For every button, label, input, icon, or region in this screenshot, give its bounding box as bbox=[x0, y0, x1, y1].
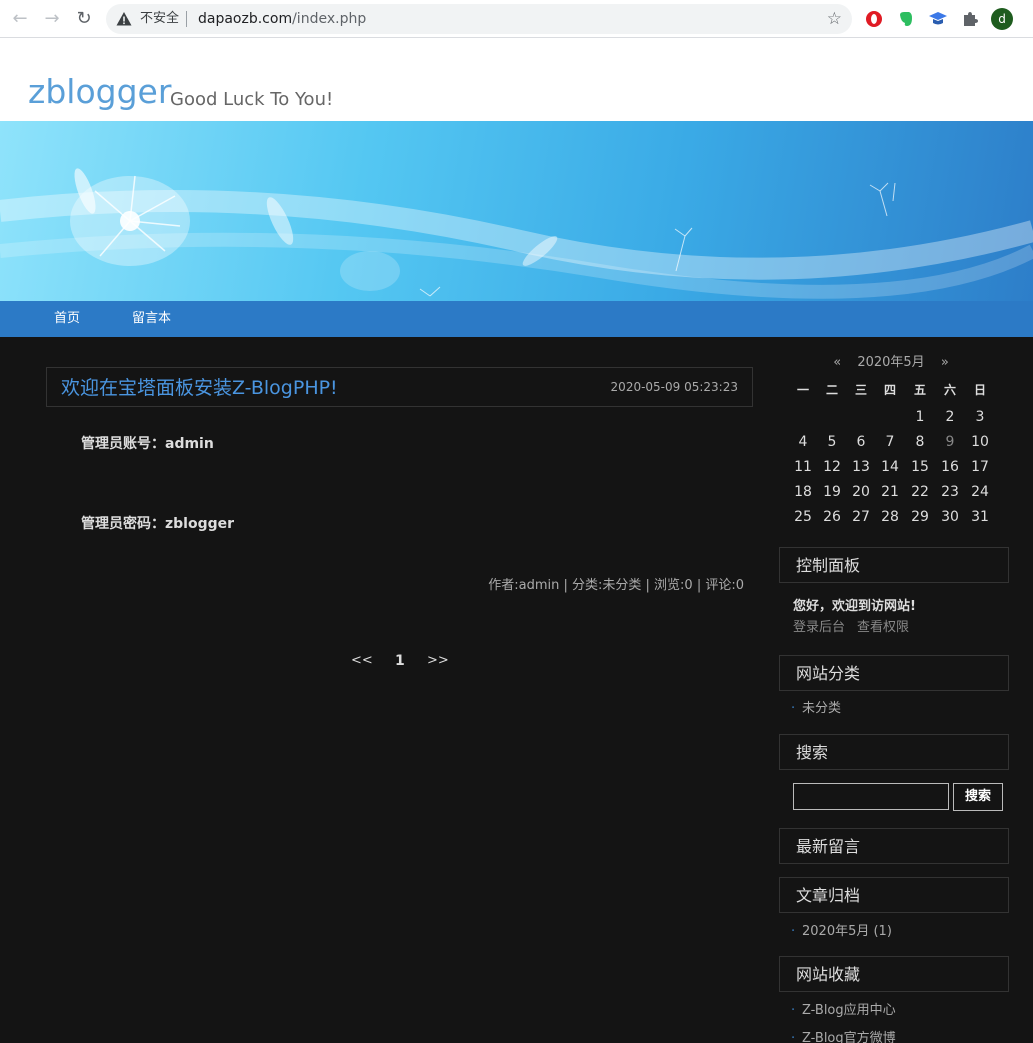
puzzle-extensions-icon[interactable] bbox=[960, 9, 980, 29]
calendar-day: 27 bbox=[852, 509, 870, 525]
favorite-link[interactable]: Z-Blog应用中心 bbox=[791, 1003, 896, 1019]
calendar-day: 14 bbox=[881, 459, 899, 475]
calendar-day: 7 bbox=[885, 434, 895, 450]
calendar-weekday: 二 bbox=[825, 383, 838, 397]
calendar-day: 6 bbox=[856, 434, 866, 450]
insecure-label: 不安全 bbox=[140, 11, 180, 26]
calendar-day: 25 bbox=[794, 509, 812, 525]
url-path: /index.php bbox=[292, 11, 367, 27]
calendar-weekday: 六 bbox=[943, 383, 956, 397]
post-title[interactable]: 欢迎在宝塔面板安装Z-BlogPHP! bbox=[61, 376, 338, 400]
post-body-account: 管理员账号：admin bbox=[81, 436, 214, 452]
bookmark-star-icon[interactable]: ☆ bbox=[827, 9, 842, 29]
calendar-weekday: 三 bbox=[854, 383, 867, 397]
calendar-day: 20 bbox=[852, 484, 870, 500]
reload-icon[interactable]: ↻ bbox=[73, 8, 95, 30]
calendar-day: 26 bbox=[823, 509, 841, 525]
calendar-day: 24 bbox=[971, 484, 989, 500]
post-body-password: 管理员密码：zblogger bbox=[81, 516, 235, 532]
favorites-title-box: 网站收藏 bbox=[779, 956, 1009, 992]
calendar-day: 30 bbox=[941, 509, 959, 525]
calendar-day: 15 bbox=[911, 459, 929, 475]
search-title: 搜索 bbox=[796, 743, 829, 762]
search-input[interactable] bbox=[793, 783, 949, 810]
calendar-day: 9 bbox=[945, 434, 955, 450]
welcome-text: 您好，欢迎到访网站! bbox=[793, 599, 916, 614]
archive-title-box: 文章归档 bbox=[779, 877, 1009, 913]
calendar-weekday: 五 bbox=[913, 383, 926, 397]
calendar-day: 8 bbox=[915, 434, 925, 450]
calendar-month: 2020年5月 bbox=[857, 355, 925, 370]
forward-icon[interactable]: → bbox=[41, 8, 63, 30]
calendar-day: 18 bbox=[794, 484, 812, 500]
calendar-day: 22 bbox=[911, 484, 929, 500]
url-domain: dapaozb.com bbox=[198, 11, 293, 27]
calendar-weekday: 日 bbox=[973, 383, 986, 397]
pager-prev[interactable]: << bbox=[351, 653, 373, 669]
dandelion-banner-graphic bbox=[0, 168, 1033, 299]
latest-comments-title-box: 最新留言 bbox=[779, 828, 1009, 864]
calendar-day: 17 bbox=[971, 459, 989, 475]
post-date: 2020-05-09 05:23:23 bbox=[610, 380, 738, 394]
calendar-day: 21 bbox=[881, 484, 899, 500]
calendar-day: 5 bbox=[827, 434, 837, 450]
calendar-day: 19 bbox=[823, 484, 841, 500]
search-button[interactable]: 搜索 bbox=[953, 783, 1003, 811]
nav-guestbook[interactable]: 留言本 bbox=[132, 311, 171, 327]
separator bbox=[186, 11, 187, 27]
pager-next[interactable]: >> bbox=[427, 653, 449, 669]
calendar-weekday: 四 bbox=[883, 383, 896, 397]
address-bar[interactable]: 不安全 dapaozb.com/index.php ☆ bbox=[106, 4, 852, 34]
calendar-day: 3 bbox=[975, 409, 985, 425]
calendar-day: 29 bbox=[911, 509, 929, 525]
archive-item[interactable]: 2020年5月 (1) bbox=[791, 924, 892, 940]
graduation-cap-extension-icon[interactable] bbox=[928, 9, 948, 29]
permissions-link[interactable]: 查看权限 bbox=[857, 620, 909, 636]
archive-title: 文章归档 bbox=[796, 886, 861, 905]
category-title: 网站分类 bbox=[796, 664, 861, 683]
calendar-day: 2 bbox=[945, 409, 955, 425]
back-icon[interactable]: ← bbox=[9, 8, 31, 30]
site-header: zblogger Good Luck To You! bbox=[0, 38, 1033, 121]
calendar-day: 16 bbox=[941, 459, 959, 475]
calendar-day: 4 bbox=[798, 434, 808, 450]
header-banner bbox=[0, 121, 1033, 301]
calendar-prev-link[interactable]: « bbox=[833, 355, 841, 370]
search-title-box: 搜索 bbox=[779, 734, 1009, 770]
category-title-box: 网站分类 bbox=[779, 655, 1009, 691]
browser-toolbar: ← → ↻ 不安全 dapaozb.com/index.php ☆ d bbox=[0, 0, 1033, 38]
calendar-day: 31 bbox=[971, 509, 989, 525]
calendar-header: « 2020年5月 » bbox=[780, 354, 1002, 372]
post-meta: 作者:admin | 分类:未分类 | 浏览:0 | 评论:0 bbox=[488, 578, 744, 593]
site-subtitle: Good Luck To You! bbox=[170, 89, 334, 110]
calendar-day: 23 bbox=[941, 484, 959, 500]
evernote-extension-icon[interactable] bbox=[896, 9, 916, 29]
site-title[interactable]: zblogger bbox=[28, 72, 171, 112]
latest-comments-title: 最新留言 bbox=[796, 837, 861, 856]
pager-current: 1 bbox=[395, 653, 405, 669]
profile-avatar[interactable]: d bbox=[991, 8, 1013, 30]
calendar-day: 12 bbox=[823, 459, 841, 475]
calendar-next-link[interactable]: » bbox=[941, 355, 949, 370]
nav-home[interactable]: 首页 bbox=[54, 311, 80, 327]
warning-icon bbox=[116, 12, 132, 26]
favorite-link[interactable]: Z-Blog官方微博 bbox=[791, 1031, 896, 1043]
category-item[interactable]: 未分类 bbox=[791, 701, 841, 717]
url-text[interactable]: dapaozb.com/index.php bbox=[198, 11, 366, 27]
main-nav: 首页 留言本 bbox=[0, 301, 1033, 337]
login-link[interactable]: 登录后台 bbox=[793, 620, 845, 636]
calendar-day: 1 bbox=[915, 409, 925, 425]
calendar-weekday: 一 bbox=[796, 383, 809, 397]
calendar-day: 28 bbox=[881, 509, 899, 525]
calendar-day: 13 bbox=[852, 459, 870, 475]
control-panel-title: 控制面板 bbox=[796, 556, 861, 575]
favorites-title: 网站收藏 bbox=[796, 965, 861, 984]
calendar-day: 11 bbox=[794, 459, 812, 475]
opera-extension-icon[interactable] bbox=[864, 9, 884, 29]
post-header: 欢迎在宝塔面板安装Z-BlogPHP! 2020-05-09 05:23:23 bbox=[46, 367, 753, 407]
control-panel-title-box: 控制面板 bbox=[779, 547, 1009, 583]
calendar-day: 10 bbox=[971, 434, 989, 450]
